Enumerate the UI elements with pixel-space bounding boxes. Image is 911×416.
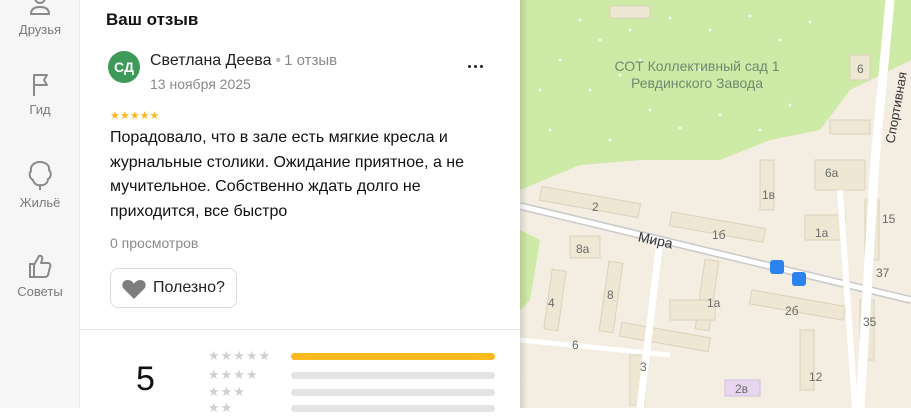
- divider: [80, 329, 520, 330]
- house-number: 6: [572, 338, 579, 352]
- map-area-label: СОТ Коллективный сад 1 Ревдинского Завод…: [614, 58, 780, 91]
- rating-bar-5: [291, 353, 495, 360]
- rail-item-label: Жильё: [19, 195, 61, 210]
- rating-bar-2: [291, 405, 495, 412]
- rail-item-label: Советы: [17, 284, 63, 299]
- review-panel: Ваш отзыв СД Светлана Деева • 1 отзыв 13 н…: [80, 0, 520, 415]
- panel-shadow: [520, 0, 528, 408]
- house-number: 2: [592, 200, 599, 214]
- house-number: 1в: [762, 188, 776, 202]
- house-number: 4: [548, 296, 555, 310]
- house-number: 37: [876, 266, 890, 280]
- house-number: 1а: [815, 226, 829, 240]
- friends-icon: [29, 0, 51, 15]
- rail-item-tips[interactable]: Советы: [0, 252, 80, 299]
- rating-row-4-stars: ★★★★: [208, 367, 259, 382]
- useful-button[interactable]: Полезно?: [110, 268, 237, 308]
- house-number: 6а: [825, 166, 839, 180]
- rating-bar-3: [291, 389, 495, 396]
- rail-item-guide[interactable]: Гид: [0, 72, 80, 117]
- rail-item-housing[interactable]: Жильё: [0, 159, 80, 210]
- house-number: 15: [882, 212, 896, 226]
- rating-row-5-stars: ★★★★★: [208, 348, 272, 363]
- avatar[interactable]: СД: [108, 51, 140, 83]
- house-number: 6: [857, 62, 864, 76]
- house-number: 3: [640, 360, 647, 374]
- house-number: 8а: [576, 242, 590, 256]
- map-view[interactable]: СОТ Коллективный сад 1 Ревдинского Завод…: [520, 0, 911, 408]
- section-title: Ваш отзыв: [106, 10, 199, 29]
- rail-item-friends[interactable]: Друзья: [0, 0, 80, 37]
- views-count: 0 просмотров: [110, 235, 199, 251]
- house-number: 35: [863, 315, 877, 329]
- author-review-count: 1 отзыв: [284, 52, 338, 69]
- house-number: 8: [607, 288, 614, 302]
- review-stars: ★★★★★: [110, 110, 160, 122]
- house-number: 2в: [735, 382, 749, 396]
- rating-bar-4: [291, 372, 495, 379]
- separator-dot: •: [275, 52, 282, 69]
- rating-value: 5: [136, 360, 155, 398]
- heart-icon: [122, 280, 146, 299]
- house-number: 12: [809, 370, 823, 384]
- rating-row-3-stars: ★★★: [208, 384, 246, 399]
- house-number: 1а: [707, 296, 721, 310]
- author-name[interactable]: Светлана Деева: [150, 52, 271, 69]
- house-number: 2б: [785, 304, 799, 318]
- rail-item-label: Друзья: [18, 22, 62, 37]
- review-text: Порадовало, что в зале есть мягкие кресл…: [110, 129, 465, 220]
- rail-item-label: Гид: [29, 102, 51, 117]
- more-options-button[interactable]: [464, 56, 488, 76]
- author-line: Светлана Деева • 1 отзыв: [150, 52, 337, 70]
- thumbs-up-icon: [29, 254, 52, 278]
- rating-row-2-stars: ★★: [208, 400, 234, 415]
- useful-label: Полезно?: [153, 279, 225, 296]
- housing-icon: [28, 160, 52, 190]
- review-date: 13 ноября 2025: [150, 76, 251, 92]
- left-rail: Друзья Гид Жильё Советы: [0, 0, 80, 408]
- house-number: 1б: [712, 228, 726, 242]
- flag-icon: [33, 74, 48, 96]
